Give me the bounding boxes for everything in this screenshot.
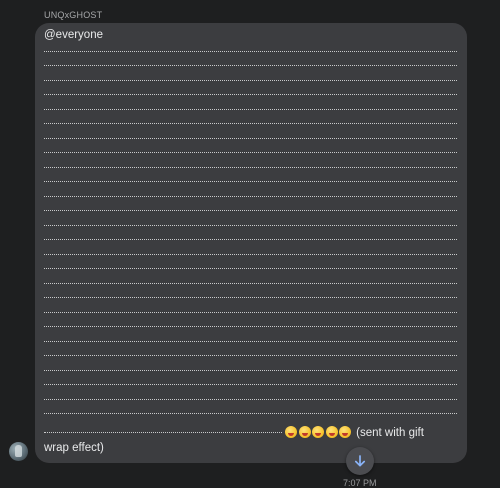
dotted-line	[44, 283, 457, 284]
dotted-line	[44, 181, 457, 182]
dotted-line	[44, 355, 457, 356]
dotted-line	[44, 384, 457, 385]
dotted-line	[44, 51, 457, 52]
message-mention: @everyone	[44, 29, 103, 41]
sender-name: UNQxGHOST	[44, 10, 103, 20]
dotted-line	[44, 109, 457, 110]
dotted-line	[44, 297, 457, 298]
message-last-line: (sent with gift wrap effect)	[44, 426, 448, 456]
dotted-line	[44, 94, 457, 95]
dotted-line	[44, 196, 457, 197]
dotted-line	[44, 254, 457, 255]
dotted-line	[44, 341, 457, 342]
dotted-line	[44, 123, 457, 124]
dotted-line	[44, 326, 457, 327]
message-bubble[interactable]: @everyone (sent with gift wrap effect)	[35, 23, 467, 463]
squinting-tongue-emoji	[312, 426, 325, 438]
avatar[interactable]	[9, 442, 28, 461]
squinting-tongue-emoji	[339, 426, 352, 438]
squinting-tongue-emoji	[298, 426, 311, 438]
dotted-line	[44, 399, 457, 400]
dotted-line	[44, 413, 457, 414]
arrow-down-icon	[354, 455, 366, 467]
dotted-line	[44, 370, 457, 371]
dotted-line	[44, 225, 457, 226]
dotted-line	[44, 268, 457, 269]
dotted-line	[44, 239, 457, 240]
dotted-line	[44, 167, 457, 168]
dotted-line	[44, 80, 457, 81]
dotted-line	[44, 432, 282, 434]
scroll-to-bottom-button[interactable]	[346, 447, 374, 475]
dotted-line	[44, 210, 457, 211]
dotted-line	[44, 138, 457, 139]
dotted-line	[44, 312, 457, 313]
dotted-line	[44, 152, 457, 153]
dotted-line	[44, 65, 457, 66]
squinting-tongue-emoji	[325, 426, 338, 438]
squinting-tongue-emoji	[285, 426, 297, 438]
